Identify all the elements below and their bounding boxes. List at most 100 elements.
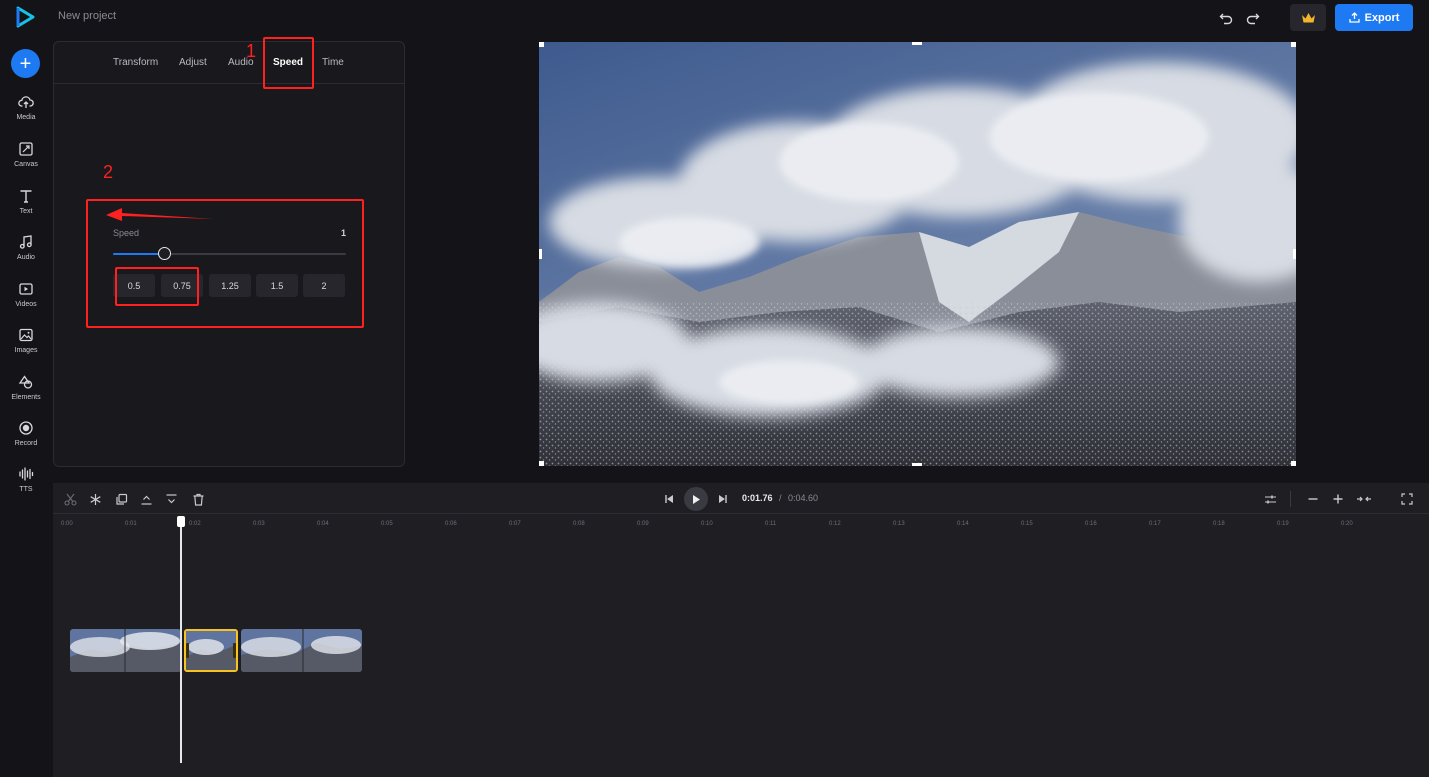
- ruler-tick-label: 0:07: [509, 521, 521, 527]
- move-down-icon[interactable]: [163, 491, 179, 507]
- project-name[interactable]: New project: [58, 10, 116, 22]
- annotation-number-1: 1: [246, 41, 257, 61]
- scissors-icon[interactable]: [62, 491, 78, 507]
- premium-button[interactable]: [1290, 4, 1326, 31]
- ruler-tick-label: 0:11: [765, 521, 777, 527]
- sidebar-item-label: Record: [14, 440, 38, 447]
- resize-handle[interactable]: [912, 463, 922, 466]
- sidebar-item-text[interactable]: Text: [0, 188, 52, 228]
- trim-handle-right[interactable]: [233, 643, 236, 658]
- video-clip[interactable]: [70, 629, 181, 672]
- duplicate-icon[interactable]: [113, 491, 129, 507]
- play-icon: [693, 494, 700, 504]
- canvas-icon: [19, 142, 33, 156]
- trash-icon[interactable]: [190, 491, 206, 507]
- timeline-ruler[interactable]: 0:00 0:01 0:02 0:03 0:04 0:05 0:06 0:07 0:08 0:09…: [53, 515, 1429, 535]
- ruler-tick-label: 0:18: [1213, 521, 1225, 527]
- sidebar-item-label: Text: [19, 208, 33, 215]
- playhead[interactable]: [180, 518, 182, 763]
- resize-handle[interactable]: [912, 42, 922, 45]
- export-button[interactable]: Export: [1335, 4, 1413, 31]
- sidebar-item-record[interactable]: Record: [0, 420, 52, 460]
- sidebar-item-tts[interactable]: TTS: [0, 466, 52, 506]
- image-icon: [19, 328, 33, 342]
- resize-handle[interactable]: [1291, 461, 1296, 466]
- skip-back-icon[interactable]: [661, 491, 677, 507]
- music-note-icon: [19, 235, 32, 249]
- sidebar-item-label: Audio: [17, 254, 35, 261]
- ruler-tick-label: 0:10: [701, 521, 713, 527]
- sidebar-item-canvas[interactable]: Canvas: [0, 141, 52, 181]
- total-time: 0:04.60: [788, 493, 819, 503]
- skip-forward-icon[interactable]: [715, 491, 731, 507]
- ruler-tick-label: 0:13: [893, 521, 905, 527]
- tab-adjust[interactable]: Adjust: [179, 57, 207, 68]
- current-time: 0:01.76: [742, 493, 773, 503]
- resize-handle[interactable]: [539, 249, 542, 259]
- ruler-tick-label: 0:06: [445, 521, 457, 527]
- ruler-tick-label: 0:00: [61, 521, 73, 527]
- annotation-box-speed-tab: [263, 37, 314, 89]
- video-icon: [19, 283, 33, 295]
- resize-handle[interactable]: [539, 42, 544, 47]
- ruler-tick-label: 0:08: [573, 521, 585, 527]
- cloud-upload-icon: [18, 96, 34, 108]
- sidebar-item-images[interactable]: Images: [0, 327, 52, 367]
- playhead-handle[interactable]: [177, 516, 185, 527]
- ruler-tick-label: 0:15: [1021, 521, 1033, 527]
- ruler-tick-label: 0:05: [381, 521, 393, 527]
- tab-time[interactable]: Time: [322, 57, 344, 68]
- sidebar-item-media[interactable]: Media: [0, 94, 52, 134]
- undo-icon[interactable]: [1217, 9, 1235, 27]
- resize-handle[interactable]: [1293, 249, 1296, 259]
- ruler-tick-label: 0:01: [125, 521, 137, 527]
- sidebar-item-label: Canvas: [14, 161, 38, 168]
- freeze-icon[interactable]: [87, 491, 103, 507]
- tab-transform[interactable]: Transform: [113, 57, 158, 68]
- mountain-landscape-image: [539, 42, 1296, 466]
- sidebar-item-videos[interactable]: Videos: [0, 281, 52, 321]
- ruler-tick-label: 0:02: [189, 521, 201, 527]
- fullscreen-icon[interactable]: [1399, 491, 1415, 507]
- ruler-tick-label: 0:14: [957, 521, 969, 527]
- left-sidebar: + Media Canvas Text Audio Videos Images …: [0, 36, 52, 777]
- zoom-out-icon[interactable]: [1305, 491, 1321, 507]
- add-button[interactable]: +: [11, 49, 40, 78]
- crown-icon: [1301, 12, 1315, 22]
- clip-thumbnail: [241, 629, 362, 672]
- ruler-tick-label: 0:17: [1149, 521, 1161, 527]
- ruler-tick-label: 0:04: [317, 521, 329, 527]
- redo-icon[interactable]: [1244, 9, 1262, 27]
- zoom-in-icon[interactable]: [1330, 491, 1346, 507]
- divider: [1290, 491, 1291, 507]
- ruler-tick-label: 0:19: [1277, 521, 1289, 527]
- waveform-icon: [19, 467, 34, 481]
- export-label: Export: [1364, 11, 1400, 24]
- sidebar-item-label: Elements: [11, 394, 41, 401]
- adjust-icon[interactable]: [1262, 491, 1278, 507]
- timeline: 0:01.76 / 0:04.60 0:00 0:01 0:02 0:03 0:04 0:…: [53, 483, 1429, 777]
- play-button[interactable]: [684, 487, 708, 511]
- top-bar: New project Export: [0, 0, 1429, 36]
- ruler-tick-label: 0:03: [253, 521, 265, 527]
- shapes-icon: [18, 375, 33, 389]
- sidebar-item-label: Media: [16, 114, 36, 121]
- sidebar-item-label: Videos: [15, 301, 37, 308]
- sidebar-item-elements[interactable]: Elements: [0, 374, 52, 414]
- ruler-tick-label: 0:20: [1341, 521, 1353, 527]
- trim-handle-left[interactable]: [186, 643, 189, 658]
- video-preview[interactable]: [539, 42, 1296, 466]
- sidebar-item-audio[interactable]: Audio: [0, 234, 52, 274]
- clip-thumbnail: [186, 631, 236, 670]
- logo-icon[interactable]: [14, 6, 36, 28]
- fit-icon[interactable]: [1356, 491, 1372, 507]
- record-icon: [19, 421, 33, 435]
- video-clip[interactable]: [241, 629, 362, 672]
- move-up-icon[interactable]: [138, 491, 154, 507]
- video-clip-selected[interactable]: [184, 629, 238, 672]
- annotation-arrow-icon: [106, 208, 214, 221]
- sidebar-item-label: Images: [14, 347, 38, 354]
- resize-handle[interactable]: [539, 461, 544, 466]
- timeline-toolbar: 0:01.76 / 0:04.60: [53, 483, 1429, 514]
- resize-handle[interactable]: [1291, 42, 1296, 47]
